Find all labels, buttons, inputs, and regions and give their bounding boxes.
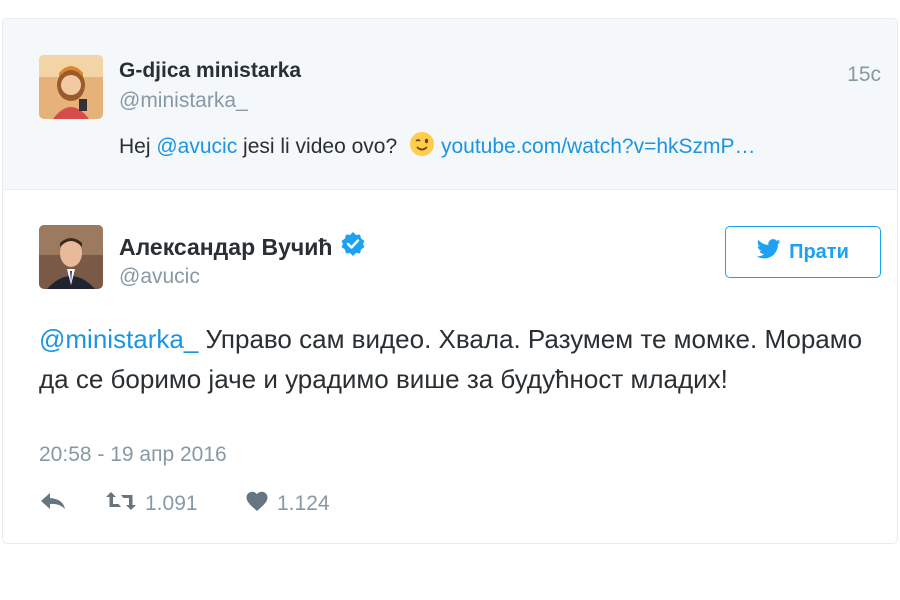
tweet-text: @ministarka_ Управо сам видео. Хвала. Ра… [39,319,869,399]
text-body: jesi li video ovo? [237,135,398,158]
tweet-card: G-djica ministarka @ministarka_ 15с Hej … [2,18,898,544]
avatar[interactable] [39,225,103,289]
retweet-icon [105,490,137,518]
mention-link[interactable]: @ministarka_ [39,324,198,354]
mention-link[interactable]: @avucic [156,135,237,158]
tweet-timestamp[interactable]: 20:58 - 19 апр 2016 [39,443,227,467]
display-name-text[interactable]: Александар Вучић [119,234,332,261]
parent-tweet[interactable]: G-djica ministarka @ministarka_ 15с Hej … [3,19,897,190]
user-handle[interactable]: @ministarka_ [119,89,248,113]
tweet-actions: 1.091 1.124 [39,489,330,519]
follow-label[interactable]: Прати [789,241,849,264]
retweet-count: 1.091 [145,492,198,515]
verified-badge-icon [340,231,366,263]
like-button[interactable]: 1.124 [245,490,330,518]
winking-face-emoji-icon [409,131,435,163]
avatar[interactable] [39,55,103,119]
twitter-bird-icon [756,239,781,265]
follow-button[interactable]: Прати [725,226,881,278]
user-handle[interactable]: @avucic [119,265,200,289]
tweet-text: Hej @avucic jesi li video ovo? youtube.c… [119,131,756,163]
tweet-time[interactable]: 15с [847,63,881,87]
retweet-button[interactable]: 1.091 [105,490,245,518]
reply-icon [39,490,67,518]
text-prefix: Hej [119,135,157,158]
display-name[interactable]: G-djica ministarka [119,59,301,83]
youtube-link[interactable]: youtube.com/watch?v=hkSzmP… [441,135,756,158]
reply-button[interactable] [39,490,105,518]
display-name[interactable]: Александар Вучић [119,231,366,263]
heart-icon [245,490,269,518]
like-count: 1.124 [277,492,330,515]
